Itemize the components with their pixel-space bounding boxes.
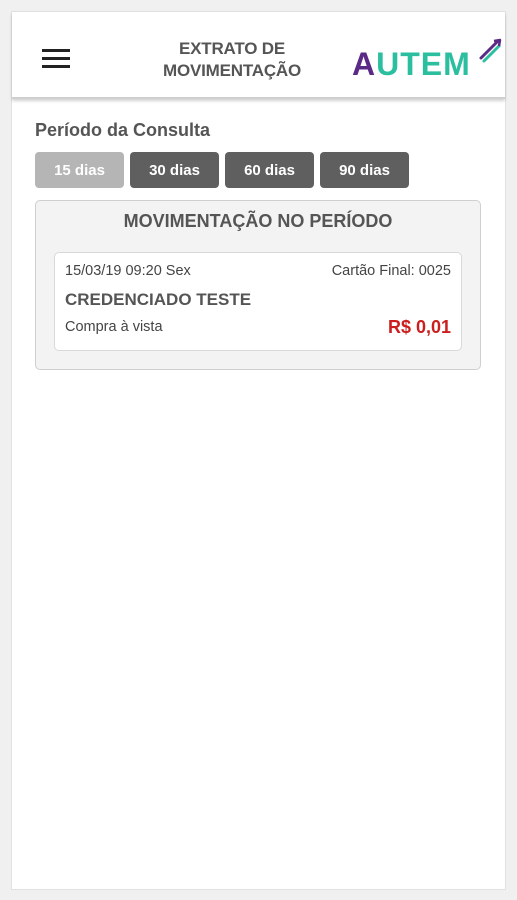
- transaction-item[interactable]: 15/03/19 09:20 Sex Cartão Final: 0025 CR…: [54, 252, 462, 351]
- app-screen: EXTRATO DE MOVIMENTAÇÃO AUTEM Período da…: [11, 11, 506, 890]
- period-30-days-button[interactable]: 30 dias: [130, 152, 219, 188]
- autem-logo: AUTEM: [352, 38, 502, 88]
- period-90-days-button[interactable]: 90 dias: [320, 152, 409, 188]
- hamburger-menu-icon[interactable]: [42, 48, 70, 68]
- period-filter: 15 dias 30 dias 60 dias 90 dias: [35, 152, 409, 188]
- page-title-line2: MOVIMENTAÇÃO: [163, 61, 301, 80]
- transaction-merchant: CREDENCIADO TESTE: [65, 290, 252, 309]
- movements-title: MOVIMENTAÇÃO NO PERÍODO: [123, 211, 393, 231]
- logo-arrow-icon: [479, 38, 502, 63]
- movements-panel: MOVIMENTAÇÃO NO PERÍODO 15/03/19 09:20 S…: [35, 200, 481, 370]
- period-60-days-button[interactable]: 60 dias: [225, 152, 314, 188]
- transaction-amount: R$ 0,01: [387, 317, 451, 337]
- logo-text: AUTEM: [352, 48, 471, 80]
- transaction-type: Compra à vista: [65, 319, 163, 335]
- transaction-datetime: 15/03/19 09:20 Sex: [65, 263, 191, 279]
- period-label: Período da Consulta: [35, 120, 211, 140]
- transaction-card-number: Cartão Final: 0025: [331, 263, 451, 279]
- page-title-line1: EXTRATO DE: [179, 39, 285, 58]
- logo-letters-utem: UTEM: [376, 46, 471, 82]
- page-title: EXTRATO DE MOVIMENTAÇÃO: [137, 38, 327, 82]
- period-15-days-button[interactable]: 15 dias: [35, 152, 124, 188]
- app-header: EXTRATO DE MOVIMENTAÇÃO AUTEM: [12, 12, 505, 99]
- logo-letter-a: A: [352, 46, 377, 82]
